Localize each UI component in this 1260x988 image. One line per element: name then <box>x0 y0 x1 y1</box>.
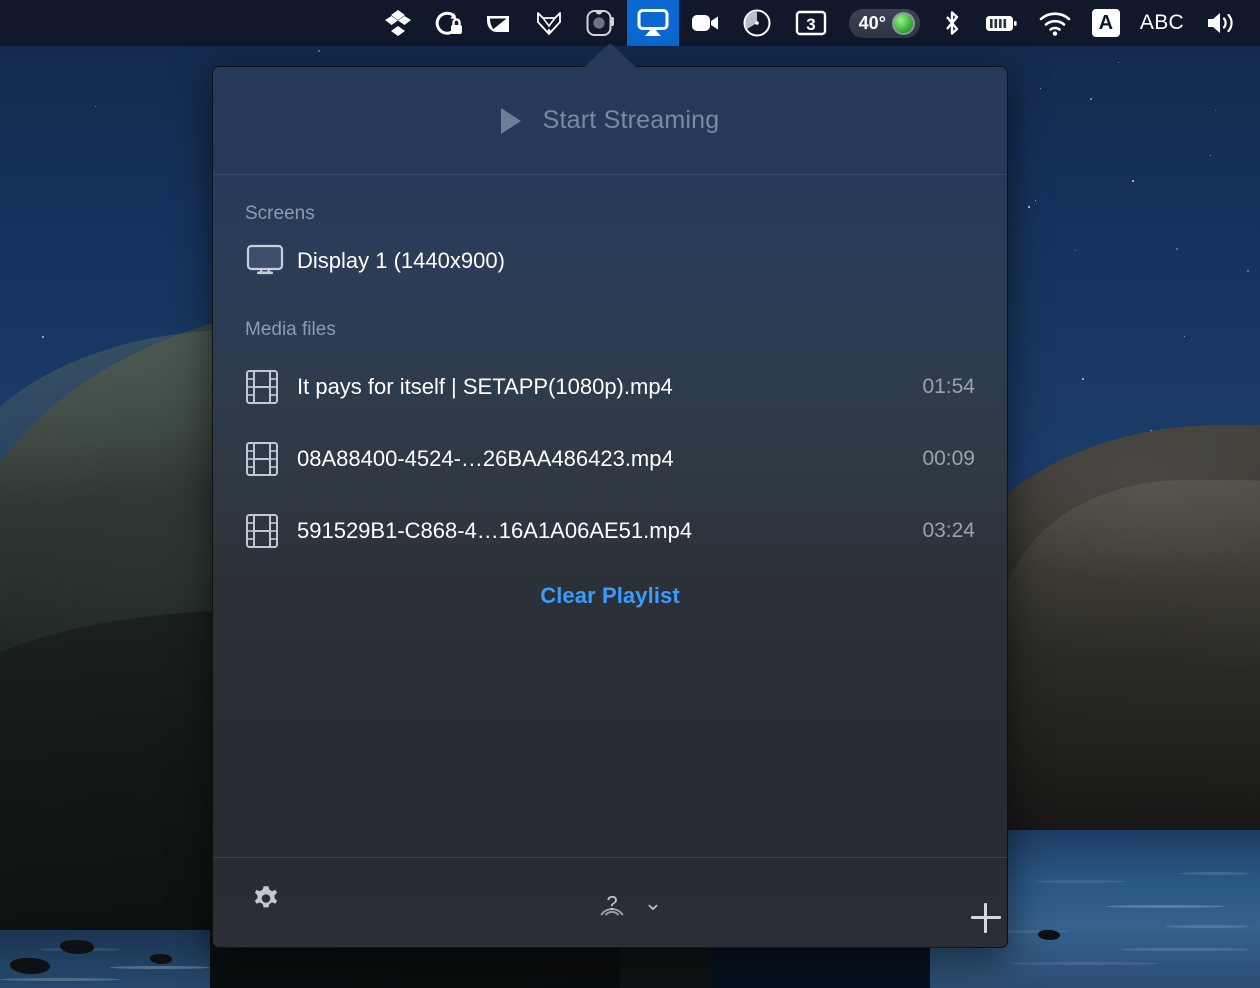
zoom-video-icon[interactable] <box>679 0 731 46</box>
input-source-label-item[interactable]: ABC <box>1130 0 1194 46</box>
temperature-indicator[interactable]: 40° <box>839 0 930 46</box>
media-file-name: 08A88400-4524-…26BAA486423.mp4 <box>297 446 922 472</box>
status-dot-icon <box>892 12 915 35</box>
settings-button[interactable] <box>249 883 283 922</box>
bluetooth-icon[interactable] <box>930 0 974 46</box>
temperature-label: 40° <box>859 13 886 34</box>
media-file-name: It pays for itself | SETAPP(1080p).mp4 <box>297 374 922 400</box>
menu-bar: 3 40° A ABC <box>0 0 1260 46</box>
media-file-duration: 00:09 <box>922 447 975 471</box>
help-airplay-icon: ? <box>592 881 632 925</box>
battery-icon[interactable] <box>974 0 1028 46</box>
popover-footer: ? ⌄ <box>213 857 1007 947</box>
chevron-down-icon: ⌄ <box>644 892 662 914</box>
media-section-title: Media files <box>213 319 1007 341</box>
airplay-icon[interactable] <box>627 0 679 46</box>
input-source-badge[interactable]: A <box>1082 0 1130 46</box>
camera-icon[interactable] <box>575 0 627 46</box>
media-file-duration: 01:54 <box>922 375 975 399</box>
screens-section-title: Screens <box>213 203 1007 225</box>
popover-arrow <box>583 43 637 68</box>
clear-playlist-button[interactable]: Clear Playlist <box>213 583 1007 609</box>
film-icon <box>245 368 297 406</box>
svg-text:?: ? <box>606 893 617 915</box>
dropbox-icon[interactable] <box>373 0 423 46</box>
airplay-popover: Start Streaming Screens Display 1 (1440x… <box>212 66 1008 948</box>
film-icon <box>245 512 297 550</box>
lock-rotate-icon[interactable] <box>423 0 473 46</box>
desktop-number-icon[interactable]: 3 <box>783 0 839 46</box>
media-files-list: It pays for itself | SETAPP(1080p).mp4 0… <box>213 351 1007 567</box>
list-item-screen[interactable]: Display 1 (1440x900) <box>213 233 1007 289</box>
wifi-icon[interactable] <box>1028 0 1082 46</box>
start-streaming-button[interactable]: Start Streaming <box>213 67 1007 175</box>
bartender-icon[interactable] <box>473 0 523 46</box>
screens-list: Display 1 (1440x900) <box>213 233 1007 289</box>
clock-icon[interactable] <box>731 0 783 46</box>
gear-icon <box>249 883 283 917</box>
play-icon <box>501 108 521 134</box>
screen-name: Display 1 (1440x900) <box>297 248 975 274</box>
input-source-letter: A <box>1092 9 1120 37</box>
list-item-media[interactable]: 591529B1-C868-4…16A1A06AE51.mp4 03:24 <box>213 495 1007 567</box>
help-menu-button[interactable]: ? ⌄ <box>592 881 662 925</box>
fox-icon[interactable] <box>523 0 575 46</box>
media-file-name: 591529B1-C868-4…16A1A06AE51.mp4 <box>297 518 922 544</box>
list-item-media[interactable]: 08A88400-4524-…26BAA486423.mp4 00:09 <box>213 423 1007 495</box>
input-source-label: ABC <box>1140 11 1184 35</box>
desktop-number-label: 3 <box>806 15 815 34</box>
start-streaming-label: Start Streaming <box>543 106 720 135</box>
film-icon <box>245 440 297 478</box>
volume-icon[interactable] <box>1194 0 1246 46</box>
display-icon <box>245 242 297 280</box>
list-item-media[interactable]: It pays for itself | SETAPP(1080p).mp4 0… <box>213 351 1007 423</box>
media-file-duration: 03:24 <box>922 519 975 543</box>
